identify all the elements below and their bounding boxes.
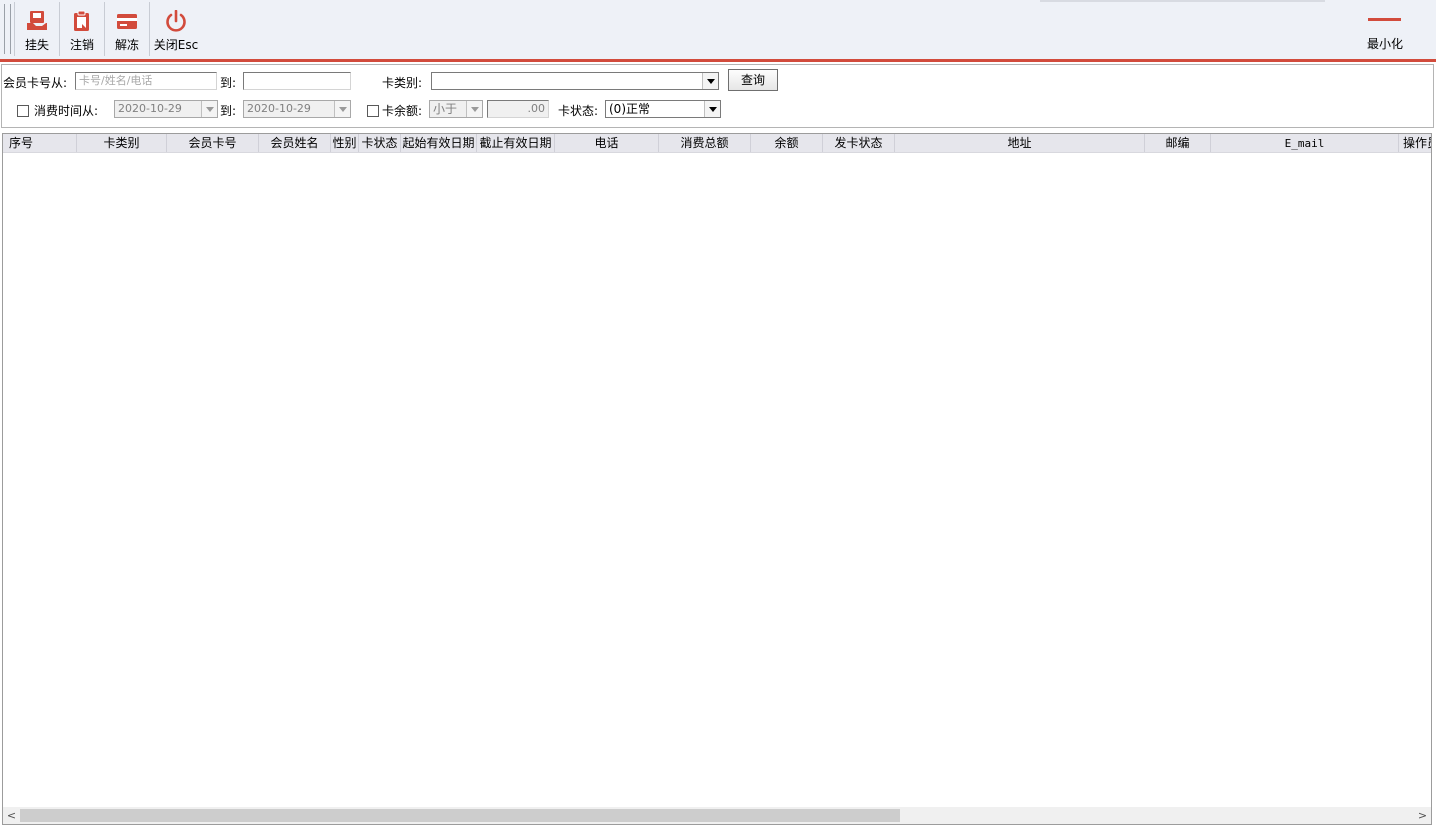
chevron-down-icon[interactable] — [704, 101, 720, 117]
chevron-down-icon — [334, 101, 350, 117]
report-loss-icon — [25, 10, 49, 32]
card-to-input[interactable] — [243, 72, 351, 90]
col-header-card-number[interactable]: 会员卡号 — [167, 134, 259, 152]
chevron-down-icon — [466, 101, 482, 117]
col-header-card-type[interactable]: 卡类别 — [77, 134, 167, 152]
cancel-card-label: 注销 — [69, 38, 94, 52]
date-to-value: 2020-10-29 — [247, 102, 311, 115]
minimize-label: 最小化 — [1366, 37, 1403, 51]
card-to-label: 到: — [220, 76, 237, 90]
date-to-picker: 2020-10-29 — [243, 100, 351, 118]
cancel-card-button[interactable]: 注销 — [60, 2, 104, 56]
card-type-select[interactable] — [431, 72, 719, 90]
clipboard-icon — [70, 10, 94, 32]
col-header-member-name[interactable]: 会员姓名 — [259, 134, 331, 152]
scrollbar-thumb[interactable] — [20, 809, 900, 822]
col-header-postcode[interactable]: 邮编 — [1145, 134, 1211, 152]
close-esc-button[interactable]: 关闭Esc — [150, 2, 202, 56]
balance-operator-select: 小于 — [429, 100, 483, 118]
col-header-end-date[interactable]: 截止有效日期 — [477, 134, 555, 152]
col-header-index[interactable]: 序号 — [3, 134, 77, 152]
grid-header: 序号 卡类别 会员卡号 会员姓名 性别 卡状态 起始有效日期 截止有效日期 电话… — [3, 134, 1431, 153]
date-from-value: 2020-10-29 — [118, 102, 182, 115]
close-esc-label: 关闭Esc — [153, 38, 199, 52]
date-to-label: 到: — [220, 104, 237, 118]
card-status-label: 卡状态: — [558, 104, 599, 118]
balance-checkbox[interactable] — [367, 105, 379, 117]
horizontal-scrollbar[interactable]: < > — [3, 807, 1431, 824]
card-icon — [115, 10, 139, 32]
report-loss-button[interactable]: 挂失 — [15, 2, 59, 56]
toolbar-accent-line — [0, 59, 1436, 62]
toolbar: 挂失 注销 解冻 关闭Esc 最小化 — [0, 0, 1436, 59]
unfreeze-label: 解冻 — [114, 38, 139, 52]
col-header-gender[interactable]: 性别 — [331, 134, 359, 152]
chevron-down-icon[interactable] — [702, 73, 718, 89]
col-header-email[interactable]: E_mail — [1211, 134, 1399, 152]
chevron-down-icon — [201, 101, 217, 117]
filter-panel: 会员卡号从: 卡号/姓名/电话 到: 卡类别: 查询 消费时间从: 2020-1… — [1, 64, 1434, 128]
card-from-input[interactable]: 卡号/姓名/电话 — [75, 72, 217, 90]
minimize-icon — [1368, 18, 1401, 21]
balance-label: 卡余额: — [382, 104, 423, 118]
col-header-total-spent[interactable]: 消费总额 — [659, 134, 751, 152]
power-icon — [164, 9, 188, 32]
col-header-phone[interactable]: 电话 — [555, 134, 659, 152]
col-header-operator[interactable]: 操作员 — [1399, 134, 1431, 152]
unfreeze-button[interactable]: 解冻 — [105, 2, 149, 56]
balance-operator-value: 小于 — [433, 102, 458, 116]
date-from-picker: 2020-10-29 — [114, 100, 218, 118]
scroll-right-icon[interactable]: > — [1414, 807, 1431, 824]
consume-time-label: 消费时间从: — [34, 104, 99, 118]
col-header-issue-status[interactable]: 发卡状态 — [823, 134, 895, 152]
member-card-grid[interactable]: 序号 卡类别 会员卡号 会员姓名 性别 卡状态 起始有效日期 截止有效日期 电话… — [2, 133, 1432, 825]
query-button[interactable]: 查询 — [728, 69, 778, 91]
minimize-button[interactable]: 最小化 — [1362, 2, 1408, 56]
card-from-label: 会员卡号从: — [3, 76, 68, 90]
toolbar-shadow — [1040, 0, 1325, 2]
col-header-balance[interactable]: 余额 — [751, 134, 823, 152]
consume-time-checkbox[interactable] — [17, 105, 29, 117]
col-header-start-date[interactable]: 起始有效日期 — [401, 134, 477, 152]
balance-amount-input: .00 — [487, 100, 549, 118]
card-type-label: 卡类别: — [382, 76, 423, 90]
toolbar-grip[interactable] — [4, 4, 11, 54]
col-header-card-status[interactable]: 卡状态 — [359, 134, 401, 152]
card-status-value: (0)正常 — [609, 102, 650, 116]
col-header-address[interactable]: 地址 — [895, 134, 1145, 152]
card-status-select[interactable]: (0)正常 — [605, 100, 721, 118]
scroll-left-icon[interactable]: < — [3, 807, 20, 824]
report-loss-label: 挂失 — [24, 38, 49, 52]
